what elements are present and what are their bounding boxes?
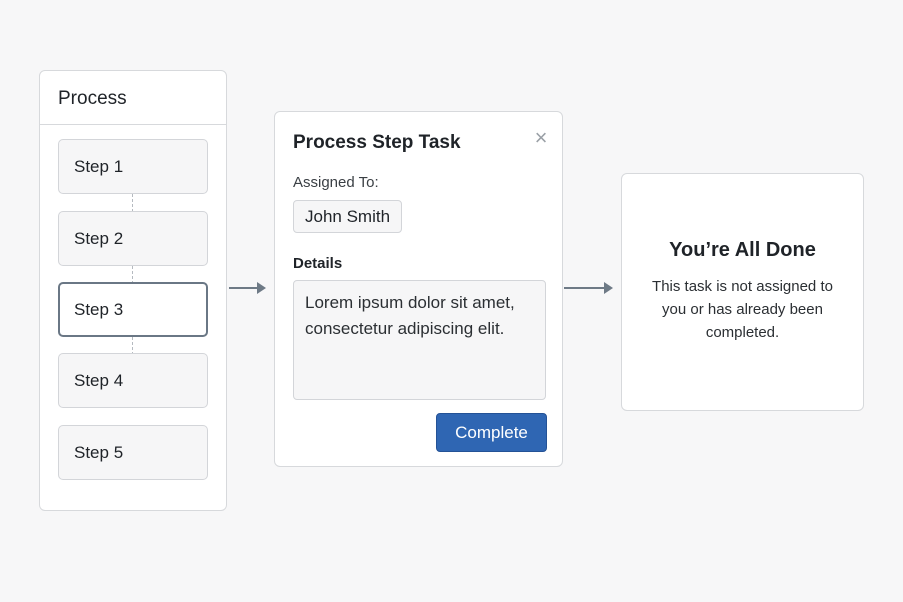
step-1[interactable]: Step 1 [58,139,208,194]
step-label: Step 5 [74,443,124,462]
assigned-to-label: Assigned To: [293,174,379,191]
arrow-right-icon [229,282,266,294]
dialog-title: Process Step Task [293,132,461,153]
done-message: This task is not assigned to you or has … [652,278,833,341]
complete-button[interactable]: Complete [436,413,547,452]
close-icon[interactable]: × [531,127,551,149]
step-label: Step 3 [74,300,124,319]
assignee-field: John Smith [293,200,403,233]
done-panel: You’re All Done This task is not assigne… [621,173,864,411]
step-5[interactable]: Step 5 [58,425,208,480]
step-4[interactable]: Step 4 [58,353,208,408]
step-label: Step 2 [74,229,124,248]
step-connector [132,194,133,212]
done-title: You’re All Done [669,239,816,261]
process-title: Process [40,71,226,125]
arrow-right-icon [564,282,613,294]
details-label: Details [293,255,343,272]
step-2[interactable]: Step 2 [58,211,208,266]
step-label: Step 1 [74,157,124,176]
task-dialog: Process Step Task × Assigned To: John Sm… [274,111,563,467]
details-textarea[interactable]: Lorem ipsum dolor sit amet, consectetur … [293,280,546,400]
process-panel: Process Step 1 Step 2 Step 3 Step 4 Step… [39,70,227,511]
step-label: Step 4 [74,371,124,390]
step-3-active[interactable]: Step 3 [58,282,208,337]
workflow-stage: Process Step 1 Step 2 Step 3 Step 4 Step… [0,0,903,602]
